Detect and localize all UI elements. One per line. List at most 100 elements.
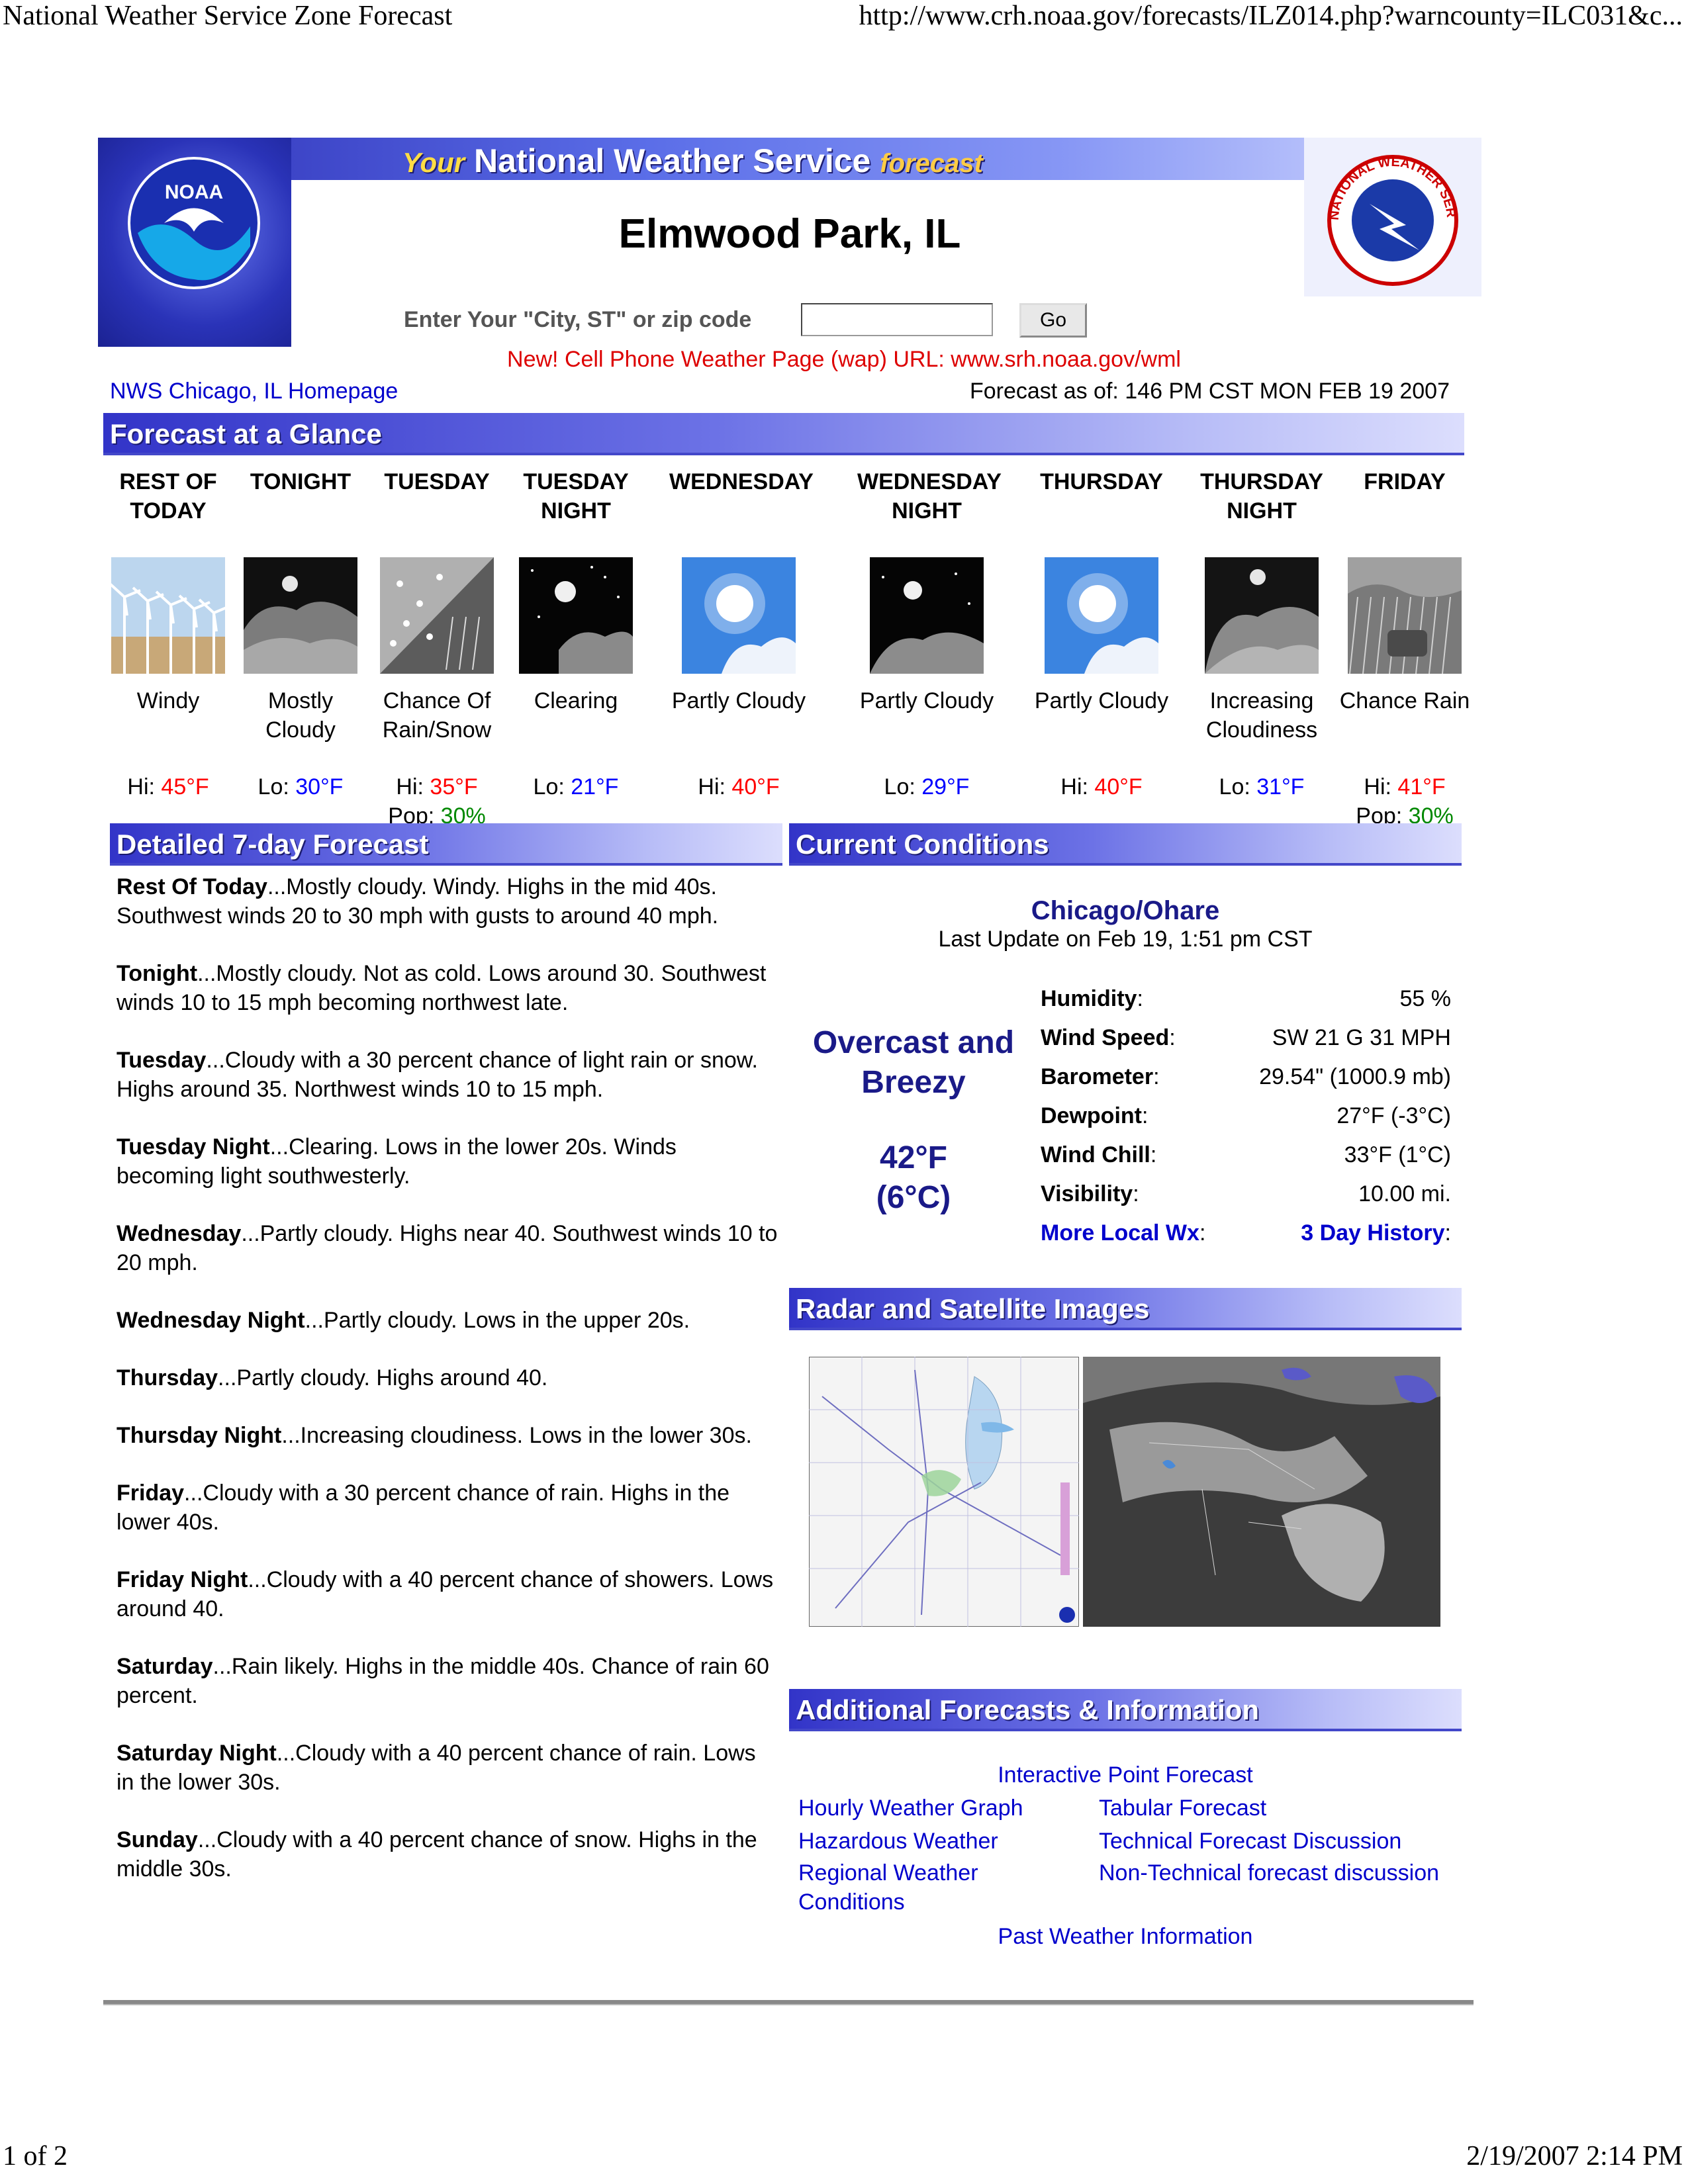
location-search-input[interactable] [801, 303, 993, 336]
hazardous-weather-link[interactable]: Hazardous Weather [798, 1827, 998, 1856]
condition-row: Barometer: 29.54" (1000.9 mb) [1041, 1064, 1451, 1103]
forecast-timestamp: Forecast as of: 146 PM CST MON FEB 19 20… [969, 379, 1450, 404]
period-condition: Mostly Cloudy [265, 688, 336, 743]
period-temperature: Hi: 40°F [1060, 774, 1143, 799]
windy-icon[interactable] [109, 557, 230, 674]
technical-forecast-discussion-link[interactable]: Technical Forecast Discussion [1099, 1827, 1401, 1856]
forecast-detail-item: Thursday Night...Increasing cloudiness. … [117, 1423, 752, 1448]
forecast-detail-item: Friday Night...Cloudy with a 40 percent … [117, 1567, 774, 1621]
condition-row: Dewpoint: 27°F (-3°C) [1041, 1103, 1451, 1142]
go-button[interactable]: Go [1019, 303, 1087, 338]
partly-cloudy-night-icon[interactable] [870, 557, 984, 674]
forecast-period: THURSDAY Partly Cloudy Hi: 40°F [1032, 467, 1171, 801]
condition-row: Wind Chill: 33°F (1°C) [1041, 1142, 1451, 1181]
partly-cloudy-day-icon[interactable] [1045, 557, 1158, 674]
forecast-period: TUESDAY NIGHT Clearing Lo: 21°F [506, 467, 645, 801]
condition-label: Dewpoint: [1041, 1103, 1149, 1128]
period-temperature: Lo: 31°F [1219, 774, 1305, 799]
period-name: WEDNESDAY NIGHT [857, 469, 1002, 523]
period-name: TONIGHT [250, 469, 352, 494]
forecast-detail-item: Rest Of Today...Mostly cloudy. Windy. Hi… [117, 874, 719, 929]
forecast-detail-item: Wednesday...Partly cloudy. Highs near 40… [117, 1221, 778, 1275]
nws-homepage-link[interactable]: NWS Chicago, IL Homepage [110, 379, 398, 404]
additional-forecasts-header: Additional Forecasts & Information [789, 1689, 1462, 1731]
period-condition: Clearing [534, 688, 618, 713]
satellite-image[interactable] [1083, 1357, 1440, 1627]
forecast-period: REST OF TODAY Windy Hi: 45°F [99, 467, 238, 801]
period-condition: Chance Of Rain/Snow [382, 688, 492, 743]
forecast-detail-item: Thursday...Partly cloudy. Highs around 4… [117, 1365, 548, 1390]
forecast-detail-item: Friday...Cloudy with a 30 percent chance… [117, 1480, 730, 1535]
condition-value: 55 % [1399, 986, 1452, 1011]
condition-label: Wind Speed: [1041, 1025, 1176, 1050]
condition-row: Wind Speed: SW 21 G 31 MPH [1041, 1025, 1451, 1064]
period-name: TUESDAY NIGHT [523, 469, 629, 523]
partly-cloudy-day-icon[interactable] [682, 557, 796, 674]
current-conditions-table: Humidity: 55 % Wind Speed: SW 21 G 31 MPH Ba… [1041, 986, 1451, 1259]
condition-row: Visibility: 10.00 mi. [1041, 1181, 1451, 1220]
period-temperature: Hi: 41°F [1364, 774, 1446, 799]
site-banner: NOAA NATIONAL WEATHER SERVICE Your Natio… [98, 138, 1481, 347]
period-condition: Partly Cloudy [859, 688, 994, 713]
clearing-night-icon[interactable] [519, 557, 633, 674]
period-condition: Chance Rain [1339, 688, 1470, 713]
period-temperature: Lo: 29°F [884, 774, 970, 799]
period-condition: Partly Cloudy [1034, 688, 1169, 713]
period-temperature: Hi: 45°F [127, 774, 209, 799]
banner-title: Your National Weather Service forecast [402, 142, 983, 179]
noaa-logo-text: NOAA [165, 181, 223, 203]
regional-weather-conditions-link[interactable]: Regional Weather Conditions [798, 1858, 1037, 1917]
tabular-forecast-link[interactable]: Tabular Forecast [1099, 1794, 1266, 1823]
forecast-detail-item: Tuesday...Cloudy with a 30 percent chanc… [117, 1048, 758, 1102]
period-condition: Increasing Cloudiness [1205, 688, 1318, 743]
period-name: THURSDAY NIGHT [1200, 469, 1323, 523]
forecast-period: FRIDAY Chance Rain Hi: 41°F Pop: 30% [1335, 467, 1474, 831]
period-name: WEDNESDAY [669, 469, 814, 494]
forecast-detail-item: Saturday Night...Cloudy with a 40 percen… [117, 1741, 756, 1795]
forecast-detail-item: Tuesday Night...Clearing. Lows in the lo… [117, 1134, 677, 1189]
period-name: TUESDAY [384, 469, 490, 494]
increasing-clouds-night-icon[interactable] [1205, 557, 1319, 674]
forecast-period: WEDNESDAY NIGHT Partly Cloudy Lo: 29°F [857, 467, 1002, 801]
condition-links-row: More Local Wx: 3 Day History: [1041, 1220, 1451, 1259]
period-temperature: Hi: 35°F [396, 774, 478, 799]
print-page-title: National Weather Service Zone Forecast [3, 1, 453, 31]
forecast-period: TONIGHT Mostly Cloudy Lo: 30°F [231, 467, 370, 801]
period-temperature: Hi: 40°F [698, 774, 780, 799]
forecast-detail-item: Saturday...Rain likely. Highs in the mid… [117, 1654, 769, 1708]
condition-row: Humidity: 55 % [1041, 986, 1451, 1025]
condition-value: 33°F (1°C) [1344, 1142, 1451, 1167]
station-name: Chicago/Ohare [1031, 896, 1220, 925]
glance-section-header: Forecast at a Glance [103, 413, 1464, 455]
condition-label: Barometer: [1041, 1064, 1160, 1089]
forecast-detail-item: Sunday...Cloudy with a 40 percent chance… [117, 1827, 757, 1882]
print-datetime: 2/19/2007 2:14 PM [1466, 2141, 1683, 2171]
rain-snow-icon[interactable] [380, 557, 494, 674]
search-label: Enter Your "City, ST" or zip code [404, 307, 752, 332]
period-name: THURSDAY [1040, 469, 1163, 494]
forecast-detail-item: Tonight...Mostly cloudy. Not as cold. Lo… [117, 961, 767, 1015]
condition-value: SW 21 G 31 MPH [1272, 1025, 1451, 1050]
period-condition: Partly Cloudy [671, 688, 806, 713]
last-update: Last Update on Feb 19, 1:51 pm CST [938, 927, 1313, 952]
radar-map-image[interactable] [809, 1357, 1079, 1627]
hourly-weather-graph-link[interactable]: Hourly Weather Graph [798, 1794, 1023, 1823]
period-condition: Windy [136, 688, 200, 713]
forecast-period: WEDNESDAY Partly Cloudy Hi: 40°F [669, 467, 814, 801]
cell-phone-notice[interactable]: New! Cell Phone Weather Page (wap) URL: … [0, 347, 1688, 373]
past-weather-information-link[interactable]: Past Weather Information [794, 1922, 1456, 1951]
interactive-point-forecast-link[interactable]: Interactive Point Forecast [794, 1760, 1456, 1790]
period-temperature: Lo: 30°F [258, 774, 344, 799]
print-page-number: 1 of 2 [3, 2141, 68, 2171]
three-day-history-link[interactable]: 3 Day History: [1301, 1220, 1451, 1246]
mostly-cloudy-night-icon[interactable] [244, 557, 357, 674]
forecast-period: THURSDAY NIGHT Increasing Cloudiness Lo: 3… [1192, 467, 1331, 801]
condition-label: Visibility: [1041, 1181, 1139, 1206]
rain-icon[interactable] [1348, 557, 1462, 674]
period-name: REST OF TODAY [119, 469, 217, 523]
footer-divider [103, 2000, 1474, 2005]
condition-label: Humidity: [1041, 986, 1143, 1011]
non-technical-discussion-link[interactable]: Non-Technical forecast discussion [1099, 1858, 1443, 1888]
location-title: Elmwood Park, IL [618, 211, 961, 257]
more-local-wx-link[interactable]: More Local Wx: [1041, 1220, 1205, 1246]
